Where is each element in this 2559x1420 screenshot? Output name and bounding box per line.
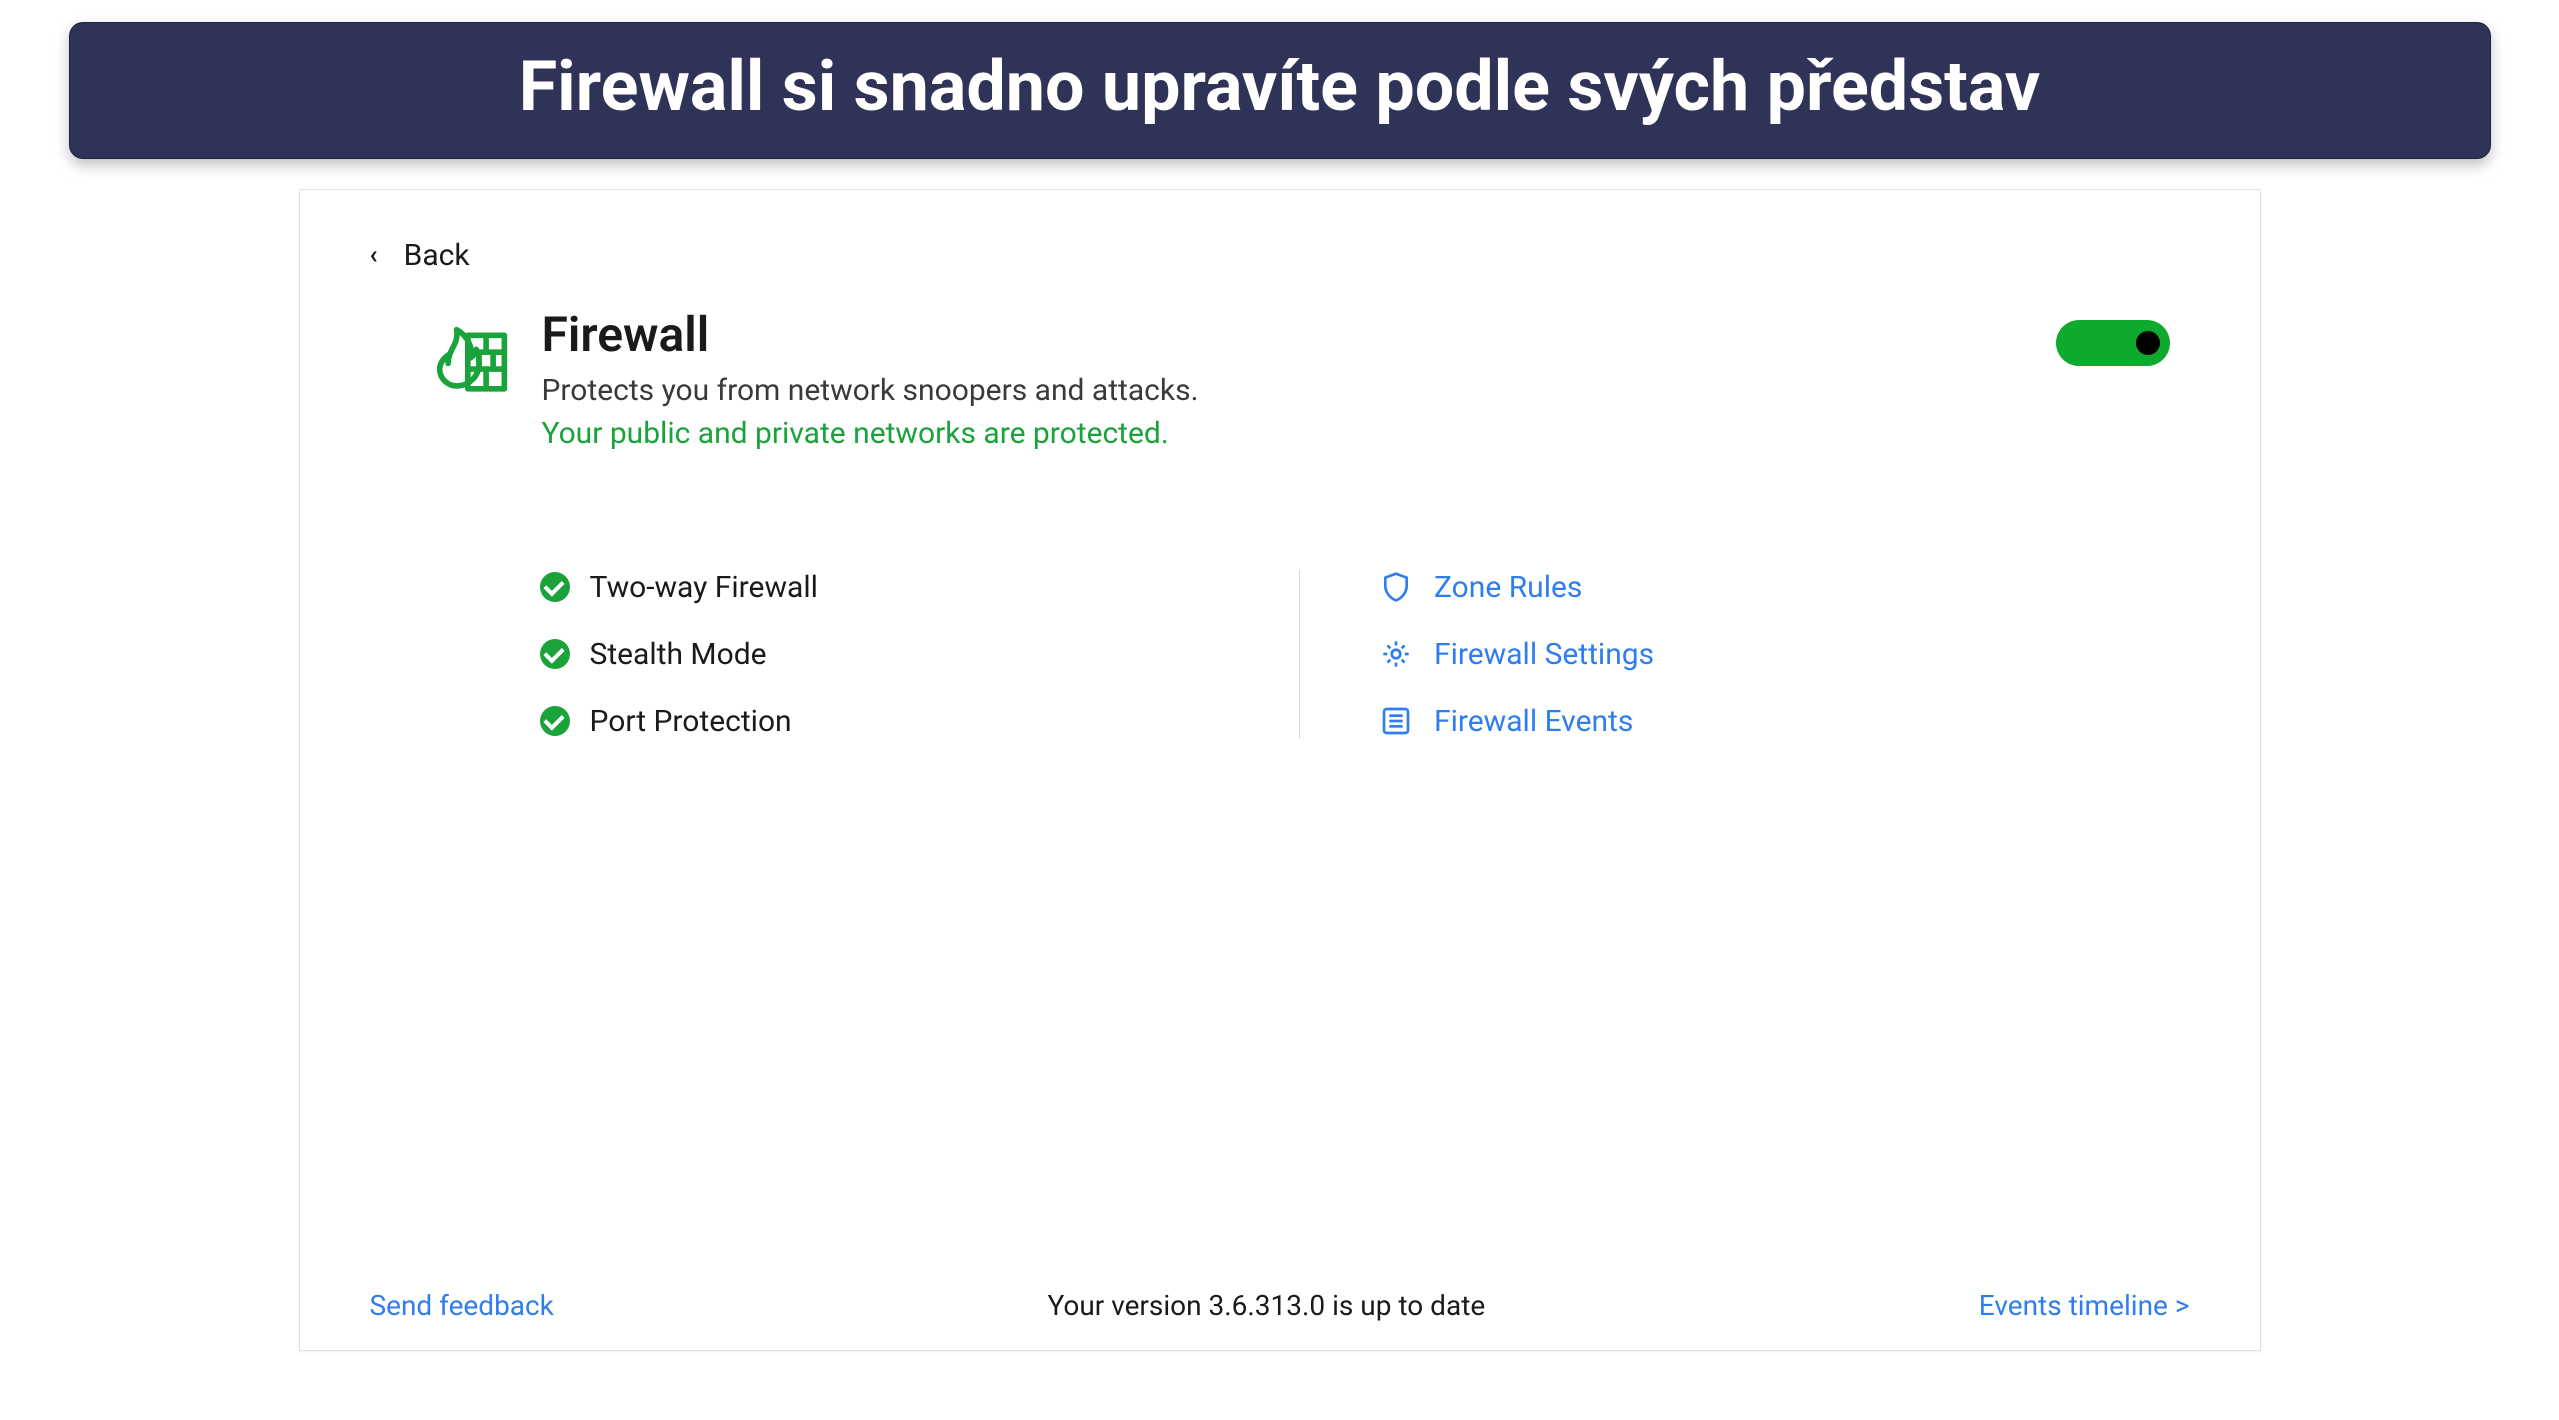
link-label: Zone Rules [1434, 570, 1582, 605]
headline-text: Firewall si snadno upravíte podle svých … [519, 46, 2041, 128]
link-label: Firewall Events [1434, 704, 1633, 739]
link-label: Firewall Settings [1434, 637, 1654, 672]
protection-status: Your public and private networks are pro… [542, 416, 2140, 451]
check-icon [540, 639, 570, 669]
app-panel: ‹ Back Firewall Protects you from networ… [299, 189, 2261, 1351]
shield-outline-icon [1380, 571, 1412, 603]
firewall-icon [420, 310, 510, 400]
firewall-header: Firewall Protects you from network snoop… [420, 310, 2140, 451]
zone-rules-link[interactable]: Zone Rules [1380, 570, 2060, 605]
page-subtitle: Protects you from network snoopers and a… [542, 373, 2140, 408]
feature-item: Two-way Firewall [540, 570, 1220, 605]
feature-list: Two-way Firewall Stealth Mode Port Prote… [540, 570, 1301, 739]
send-feedback-link[interactable]: Send feedback [370, 1289, 554, 1322]
toggle-knob [2136, 331, 2160, 355]
events-timeline-link[interactable]: Events timeline > [1979, 1289, 2190, 1322]
feature-item: Stealth Mode [540, 637, 1220, 672]
check-icon [540, 572, 570, 602]
back-label: Back [404, 238, 470, 273]
firewall-events-link[interactable]: Firewall Events [1380, 704, 2060, 739]
panel-footer: Send feedback Your version 3.6.313.0 is … [370, 1289, 2190, 1322]
chevron-left-icon: ‹ [370, 240, 378, 270]
page-title: Firewall [542, 306, 2140, 363]
back-button[interactable]: ‹ Back [370, 238, 470, 273]
version-status: Your version 3.6.313.0 is up to date [1047, 1289, 1485, 1322]
firewall-settings-link[interactable]: Firewall Settings [1380, 637, 2060, 672]
feature-label: Stealth Mode [590, 637, 767, 672]
links-list: Zone Rules Firewall Settings [1300, 570, 2060, 739]
list-icon [1380, 705, 1412, 737]
feature-label: Port Protection [590, 704, 792, 739]
gear-icon [1380, 638, 1412, 670]
headline-banner: Firewall si snadno upravíte podle svých … [69, 22, 2491, 159]
feature-item: Port Protection [540, 704, 1220, 739]
firewall-toggle[interactable] [2056, 320, 2170, 366]
check-icon [540, 706, 570, 736]
feature-label: Two-way Firewall [590, 570, 818, 605]
